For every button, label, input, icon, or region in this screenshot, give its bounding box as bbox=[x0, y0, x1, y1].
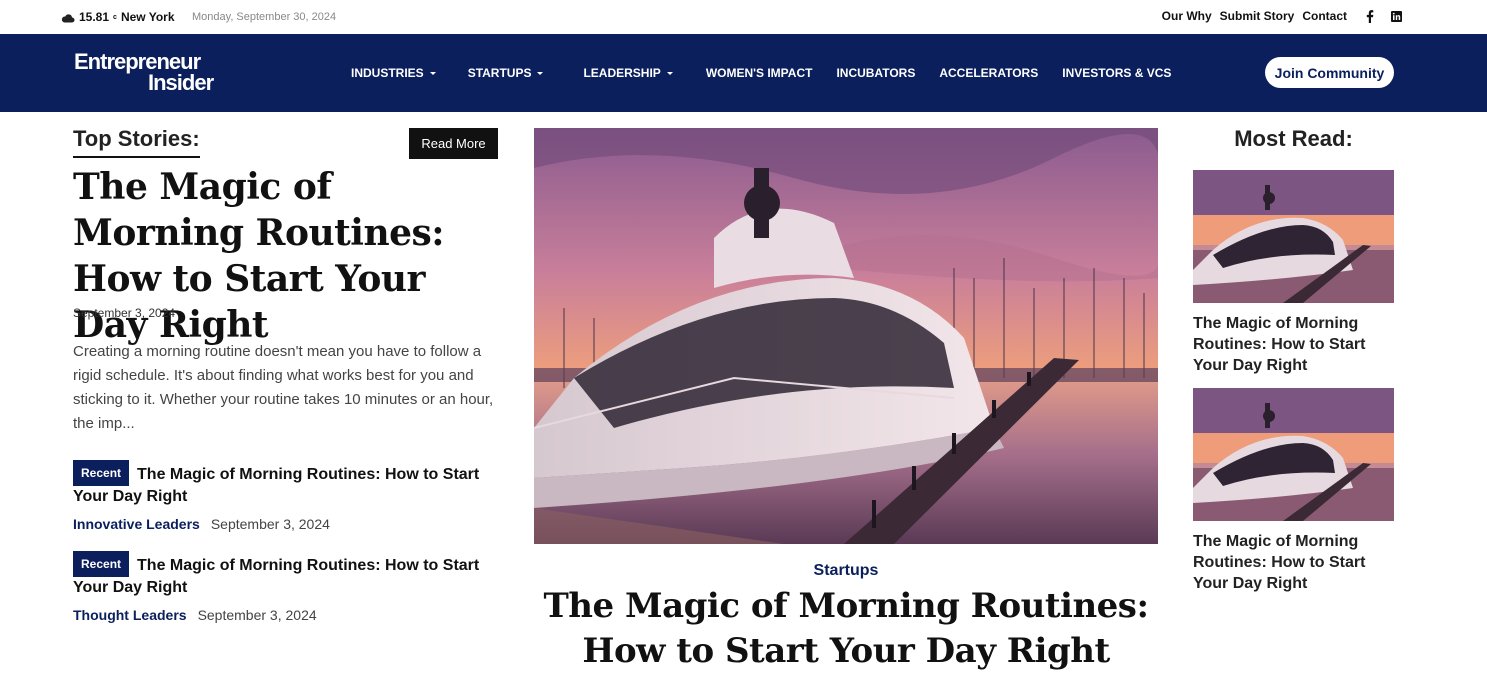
recent-story-title[interactable]: The Magic of Morning Routines: How to St… bbox=[73, 466, 479, 505]
most-read-heading: Most Read: bbox=[1234, 126, 1353, 151]
read-more-button[interactable]: Read More bbox=[409, 128, 498, 159]
recent-story-date: September 3, 2024 bbox=[210, 516, 330, 532]
most-read-card[interactable]: The Magic of Morning Routines: How to St… bbox=[1193, 388, 1394, 594]
most-read-title[interactable]: The Magic of Morning Routines: How to St… bbox=[1193, 531, 1394, 594]
recent-story: Recent The Magic of Morning Routines: How… bbox=[73, 551, 503, 623]
nav-item-accelerators[interactable]: ACCELERATORS bbox=[939, 66, 1038, 80]
most-read-title[interactable]: The Magic of Morning Routines: How to St… bbox=[1193, 313, 1394, 376]
weather-widget: 15.81 c New York bbox=[61, 10, 175, 24]
current-date: Monday, September 30, 2024 bbox=[192, 11, 337, 23]
weather-unit: c bbox=[113, 13, 117, 21]
lead-story-excerpt: Creating a morning routine doesn't mean … bbox=[73, 343, 494, 432]
main-menu: INDUSTRIES STARTUPS LEADERSHIP WOMEN'S I… bbox=[351, 66, 1171, 80]
recent-story-title-row[interactable]: Recent The Magic of Morning Routines: How… bbox=[73, 460, 503, 508]
nav-item-incubators[interactable]: INCUBATORS bbox=[836, 66, 915, 80]
nav-item-startups[interactable]: STARTUPS bbox=[468, 66, 544, 80]
nav-item-label: LEADERSHIP bbox=[583, 66, 661, 80]
caret-down-icon bbox=[666, 71, 673, 75]
submit-story-link[interactable]: Submit Story bbox=[1220, 9, 1295, 23]
cloud-icon bbox=[61, 13, 75, 22]
recent-story-title[interactable]: The Magic of Morning Routines: How to St… bbox=[73, 557, 479, 596]
weather-temp: 15.81 bbox=[79, 10, 110, 24]
nav-item-label: INCUBATORS bbox=[836, 66, 916, 80]
weather-city: New York bbox=[120, 10, 175, 24]
main-navbar: Entrepreneur Insider INDUSTRIES STARTUPS… bbox=[0, 34, 1487, 112]
logo-line-1: Entrepreneur bbox=[74, 49, 201, 74]
caret-down-icon bbox=[429, 71, 436, 75]
lead-story-title[interactable]: The Magic of Morning Routines: How to St… bbox=[73, 164, 503, 348]
nav-item-label: STARTUPS bbox=[467, 66, 532, 80]
nav-item-industries[interactable]: INDUSTRIES bbox=[351, 66, 436, 80]
most-read-card[interactable]: The Magic of Morning Routines: How to St… bbox=[1193, 170, 1394, 376]
recent-story-meta: Thought Leaders September 3, 2024 bbox=[73, 607, 503, 623]
nav-item-investors-vcs[interactable]: INVESTORS & VCS bbox=[1062, 66, 1171, 80]
featured-category[interactable]: Startups bbox=[534, 562, 1158, 580]
our-why-link[interactable]: Our Why bbox=[1162, 9, 1212, 23]
top-stories-heading: Top Stories: bbox=[73, 126, 200, 158]
recent-story: Recent The Magic of Morning Routines: How… bbox=[73, 460, 503, 532]
join-community-button[interactable]: Join Community bbox=[1265, 57, 1394, 88]
most-read-thumbnail[interactable] bbox=[1193, 388, 1394, 521]
featured-title[interactable]: The Magic of Morning Routines: How to St… bbox=[526, 584, 1166, 674]
logo-line-2: Insider bbox=[148, 70, 214, 95]
lead-story-date: September 3, 2024 bbox=[73, 306, 176, 320]
caret-down-icon bbox=[537, 71, 544, 75]
nav-item-label: INDUSTRIES bbox=[351, 66, 424, 80]
top-utility-bar: 15.81 c New York Monday, September 30, 20… bbox=[0, 0, 1487, 34]
recent-badge: Recent bbox=[73, 551, 130, 577]
linkedin-icon[interactable] bbox=[1389, 9, 1403, 23]
featured-image[interactable] bbox=[534, 128, 1158, 544]
recent-badge: Recent bbox=[73, 460, 130, 486]
recent-story-category[interactable]: Innovative Leaders bbox=[73, 516, 200, 532]
facebook-icon[interactable] bbox=[1363, 9, 1377, 23]
recent-story-title-row[interactable]: Recent The Magic of Morning Routines: How… bbox=[73, 551, 503, 599]
nav-item-label: INVESTORS & VCS bbox=[1062, 66, 1172, 80]
most-read-thumbnail[interactable] bbox=[1193, 170, 1394, 303]
nav-item-womens-impact[interactable]: WOMEN'S IMPACT bbox=[706, 66, 813, 80]
site-logo[interactable]: Entrepreneur Insider bbox=[74, 49, 214, 95]
recent-story-category[interactable]: Thought Leaders bbox=[73, 607, 187, 623]
contact-link[interactable]: Contact bbox=[1302, 9, 1347, 23]
recent-story-date: September 3, 2024 bbox=[197, 607, 317, 623]
nav-item-leadership[interactable]: LEADERSHIP bbox=[583, 66, 673, 80]
top-links: Our Why Submit Story Contact bbox=[1154, 9, 1487, 23]
nav-item-label: ACCELERATORS bbox=[939, 66, 1039, 80]
recent-story-meta: Innovative Leaders September 3, 2024 bbox=[73, 516, 503, 532]
nav-item-label: WOMEN'S IMPACT bbox=[705, 66, 813, 80]
